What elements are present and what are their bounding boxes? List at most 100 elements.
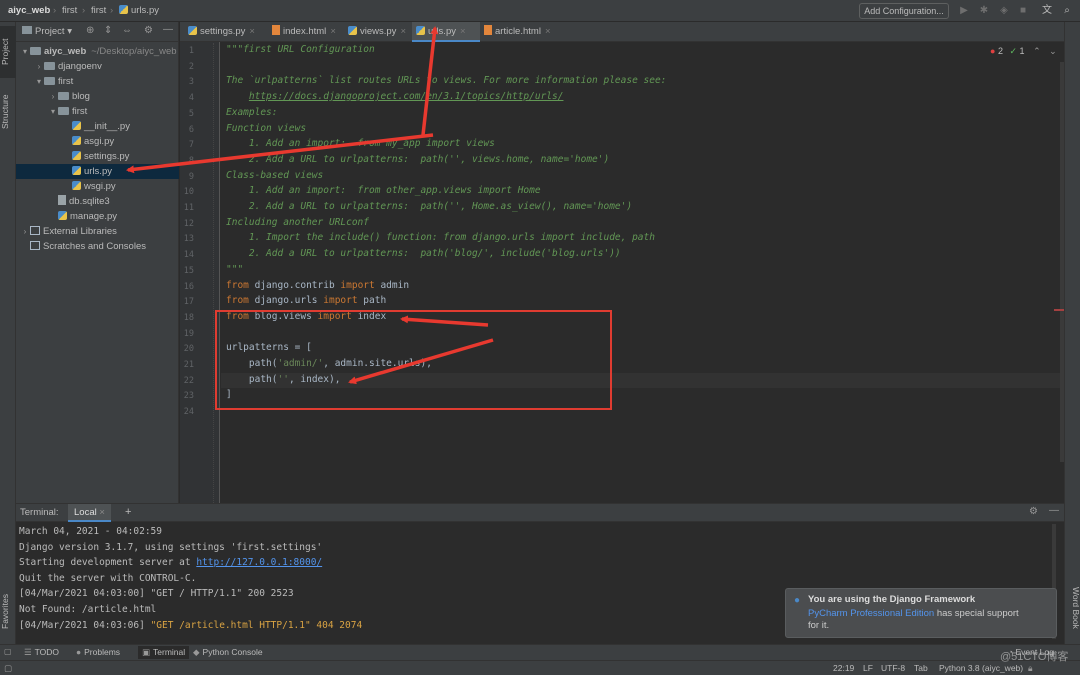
previous-highlight-icon[interactable]: ⌃ <box>1033 46 1041 56</box>
lock-icon[interactable]: 🔒︎ <box>1028 663 1033 674</box>
close-icon[interactable]: × <box>99 507 105 518</box>
expand-arrow-icon[interactable]: ▾ <box>48 104 58 119</box>
line-number: 24 <box>183 407 194 418</box>
code-editor[interactable]: """first URL Configuration The `urlpatter… <box>213 42 1064 503</box>
close-icon[interactable]: × <box>460 26 466 37</box>
structure-tool-tab[interactable]: Structure <box>0 82 16 142</box>
run-icon[interactable]: ▶ <box>957 4 971 18</box>
python-file-icon <box>72 181 81 190</box>
close-icon[interactable]: × <box>400 26 406 37</box>
close-icon[interactable]: × <box>330 26 336 37</box>
tree-item-first[interactable]: ▾ first <box>16 104 179 119</box>
debug-icon[interactable]: ✱ <box>977 4 991 18</box>
hide-panel-icon[interactable]: — <box>1049 505 1059 516</box>
expand-arrow-icon[interactable]: › <box>34 59 44 74</box>
inspection-widget[interactable]: ● 2 ✓ 1 ⌃ ⌄ <box>990 46 1057 57</box>
tree-item-wsgi-py[interactable]: wsgi.py <box>16 179 179 194</box>
terminal-tab-local[interactable]: Local × <box>68 504 111 522</box>
line-number: 17 <box>183 297 194 308</box>
expand-arrow-icon[interactable]: › <box>48 89 58 104</box>
error-stripe-mark[interactable] <box>1054 309 1064 311</box>
code-token: 1. Import the include() function: from d… <box>226 232 655 244</box>
error-icon: ● <box>990 46 996 56</box>
tool-window-toggle-icon[interactable]: ▢ <box>4 647 12 656</box>
tree-item-db-sqlite3[interactable]: db.sqlite3 <box>16 194 179 209</box>
tab-urls-py[interactable]: urls.py × <box>412 22 480 42</box>
tool-window-label: Python Console <box>202 647 263 657</box>
add-configuration-button[interactable]: Add Configuration... <box>859 3 949 19</box>
next-highlight-icon[interactable]: ⌄ <box>1049 46 1057 56</box>
pycharm-professional-link[interactable]: PyCharm Professional Edition <box>808 608 934 619</box>
tree-item-label: first <box>58 76 74 87</box>
tool-window-todo[interactable]: ☰ TODO <box>24 647 59 658</box>
tree-item-urls-py[interactable]: urls.py <box>16 164 179 179</box>
expand-arrow-icon[interactable]: ▾ <box>20 44 30 59</box>
close-icon[interactable]: × <box>249 26 255 37</box>
code-token: Function views <box>226 122 307 134</box>
tool-window-python-console[interactable]: ◆ Python Console <box>193 647 263 658</box>
tree-item-manage-py[interactable]: manage.py <box>16 209 179 224</box>
new-terminal-icon[interactable]: + <box>125 506 131 518</box>
close-icon[interactable]: × <box>545 26 551 37</box>
project-view-selector[interactable]: Project ▾ <box>22 26 72 37</box>
server-url-link[interactable]: http://127.0.0.1:8000/ <box>196 557 322 568</box>
python-file-icon <box>72 121 81 130</box>
code-token: 2. Add a URL to urlpatterns: path('', vi… <box>226 153 610 165</box>
tree-item-aiyc-web[interactable]: ▾ aiyc_web ~/Desktop/aiyc_web <box>16 44 179 59</box>
settings-gear-icon[interactable]: ⚙ <box>1029 506 1038 517</box>
tool-window-problems[interactable]: ● Problems <box>76 647 120 657</box>
breadcrumb-first-outer[interactable]: first <box>62 5 77 16</box>
python-interpreter[interactable]: Python 3.8 (aiyc_web) <box>939 663 1023 673</box>
terminal-line: [04/Mar/2021 04:03:06] "GET /article.htm… <box>19 618 362 634</box>
watermark-text: @51CTO博客 <box>1000 651 1069 663</box>
hide-panel-icon[interactable]: — <box>163 24 173 35</box>
expand-arrow-icon[interactable]: › <box>20 224 30 239</box>
code-token: 1. Add an import: from other_app.views i… <box>226 185 541 197</box>
tree-item-blog[interactable]: › blog <box>16 89 179 104</box>
locate-icon[interactable]: ⊕ <box>86 25 94 36</box>
tree-item-settings-py[interactable]: settings.py <box>16 149 179 164</box>
status-toggle-icon[interactable]: ▢ <box>4 663 12 674</box>
tool-window-terminal[interactable]: ▣ Terminal <box>138 646 190 659</box>
django-notification[interactable]: ● You are using the Django Framework PyC… <box>785 588 1057 638</box>
breadcrumb-separator: › <box>110 5 114 16</box>
word-book-tool-tab[interactable]: Word Book <box>1065 578 1080 638</box>
tab-settings-py[interactable]: settings.py × <box>184 22 268 42</box>
project-tool-tab[interactable]: Project <box>0 26 16 78</box>
editor-scrollbar[interactable] <box>1060 62 1064 462</box>
translate-icon[interactable]: 文 <box>1040 4 1054 18</box>
line-separator[interactable]: LF <box>863 663 873 673</box>
settings-gear-icon[interactable]: ⚙ <box>144 25 153 36</box>
caret-position[interactable]: 22:19 <box>833 663 854 673</box>
line-number: 18 <box>183 312 194 323</box>
terminal-text: Starting development server at <box>19 557 197 569</box>
tree-item-first[interactable]: ▾ first <box>16 74 179 89</box>
expand-all-icon[interactable]: ⇕ <box>104 25 112 36</box>
tab-views-py[interactable]: views.py × <box>344 22 412 42</box>
collapse-all-icon[interactable]: ⇔ <box>122 25 132 36</box>
breadcrumb-file[interactable]: urls.py <box>119 5 159 16</box>
stop-icon[interactable]: ■ <box>1016 4 1030 18</box>
tree-item-scratches-and-consoles[interactable]: Scratches and Consoles <box>16 239 179 254</box>
tree-item--init-py[interactable]: __init__.py <box>16 119 179 134</box>
favorites-tool-tab[interactable]: Favorites <box>0 584 16 640</box>
search-icon[interactable]: ⌕ <box>1060 4 1074 18</box>
code-token: 2. Add a URL to urlpatterns: path('', Ho… <box>226 201 633 212</box>
line-number-gutter: 1 2 3 4 5 6 7 8 9 10 11 12 13 14 15 16 17 18 19 20 21 22 23 24 <box>180 42 220 503</box>
tree-item-djangoenv[interactable]: › djangoenv <box>16 59 179 74</box>
tab-article-html[interactable]: article.html × <box>480 22 558 42</box>
terminal-tab-label: Local <box>74 507 97 518</box>
coverage-icon[interactable]: ◈ <box>997 4 1011 18</box>
file-encoding[interactable]: UTF-8 <box>881 663 905 673</box>
notification-title: You are using the Django Framework <box>808 594 976 605</box>
breadcrumb-project[interactable]: aiyc_web <box>8 5 50 16</box>
indent-setting[interactable]: Tab <box>914 663 928 673</box>
tab-index-html[interactable]: index.html × <box>268 22 344 42</box>
breadcrumb-first-inner[interactable]: first <box>91 5 106 16</box>
expand-arrow-icon[interactable]: ▾ <box>34 74 44 89</box>
tree-item-external-libraries[interactable]: › External Libraries <box>16 224 179 239</box>
terminal-header: Terminal: Local × + ⚙ — <box>16 504 1064 522</box>
tree-item-asgi-py[interactable]: asgi.py <box>16 134 179 149</box>
code-line: 1. Add an import: from other_app.views i… <box>226 183 541 198</box>
code-token: admin <box>374 279 410 291</box>
